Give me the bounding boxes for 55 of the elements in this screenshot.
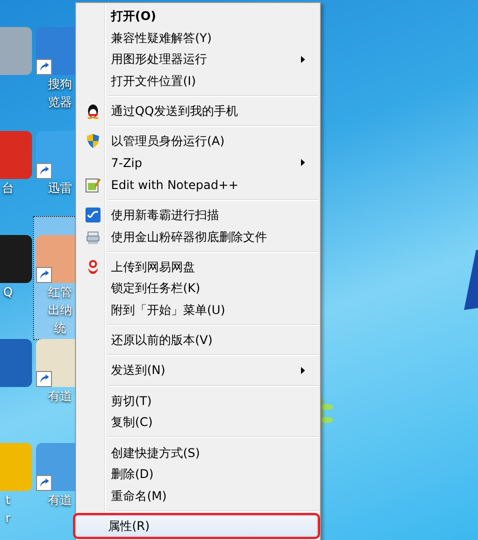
menu-item[interactable]: Edit with Notepad++	[78, 174, 318, 196]
menu-item-label: 还原以前的版本(V)	[110, 332, 213, 350]
icon-label: Q	[3, 284, 13, 301]
checkmark-wave-icon	[85, 206, 101, 223]
menu-item-label: 7-Zip	[110, 154, 142, 172]
menu-item[interactable]: 7-Zip	[78, 152, 318, 174]
mascot-icon	[85, 258, 101, 275]
menu-item[interactable]: 以管理员身份运行(A)	[78, 130, 318, 152]
menu-item[interactable]: 兼容性疑难解答(Y)	[78, 26, 318, 48]
menu-item-label: 通过QQ发送到我的手机	[110, 103, 238, 120]
menu-item-label: 发送到(N)	[110, 362, 166, 380]
icon-label: t	[6, 492, 10, 509]
menu-item-label: 附到「开始」菜单(U)	[110, 302, 226, 320]
icon-label: 览器	[48, 94, 72, 111]
logo-shard-icon	[462, 250, 478, 310]
menu-item-label: 使用金山粉碎器彻底删除文件	[110, 228, 267, 246]
penguin-icon	[85, 103, 101, 120]
menu-item[interactable]: 剪切(T)	[78, 390, 318, 412]
shield-icon	[85, 133, 101, 150]
menu-item[interactable]: 重命名(M)	[78, 485, 318, 507]
menu-item[interactable]: 创建快捷方式(S)	[78, 442, 318, 464]
icon-label: r	[6, 510, 10, 527]
menu-item-label: Edit with Notepad++	[110, 176, 238, 194]
menu-item-label: 创建快捷方式(S)	[110, 444, 200, 462]
menu-item[interactable]: 属性(R)	[75, 515, 318, 537]
menu-item[interactable]: 打开(O)	[78, 5, 318, 27]
menu-item[interactable]: 通过QQ发送到我的手机	[78, 100, 318, 122]
icon-label: 出纳	[48, 302, 72, 319]
menu-item-label: 剪切(T)	[110, 392, 152, 410]
menu-item[interactable]: 发送到(N)	[78, 360, 318, 382]
shredder-icon	[85, 228, 101, 245]
icon-label: 迅雷	[48, 180, 72, 197]
menu-item[interactable]: 用图形处理器运行	[78, 48, 318, 70]
icon-label: 搜狗	[48, 76, 72, 93]
icon-label: 红管	[48, 284, 72, 301]
menu-item-label: 重命名(M)	[110, 488, 167, 505]
menu-item[interactable]: 删除(D)	[78, 463, 318, 486]
menu-item-label: 打开文件位置(I)	[110, 72, 196, 90]
menu-item-label: 使用新毒霸进行扫描	[110, 206, 219, 224]
menu-item-label: 以管理员身份运行(A)	[110, 133, 225, 150]
menu-item-label: 用图形处理器运行	[110, 51, 207, 68]
icon-label: 有道	[48, 492, 72, 509]
menu-item-label: 删除(D)	[110, 466, 154, 484]
menu-item-label: 兼容性疑难解答(Y)	[110, 30, 212, 47]
menu-item-label: 上传到网易网盘	[110, 258, 195, 276]
menu-item-label: 属性(R)	[107, 518, 150, 536]
menu-item-label: 复制(C)	[110, 414, 153, 432]
icon-label: 统	[54, 320, 66, 337]
menu-item-label: 打开(O)	[110, 8, 156, 25]
menu-item[interactable]: 复制(C)	[78, 412, 318, 434]
menu-item[interactable]: 打开文件位置(I)	[78, 70, 318, 92]
notepad-icon	[85, 176, 101, 193]
icon-label: 有道	[48, 388, 72, 405]
menu-item-label: 锁定到任务栏(K)	[110, 280, 200, 298]
icon-label: 台	[2, 180, 14, 197]
